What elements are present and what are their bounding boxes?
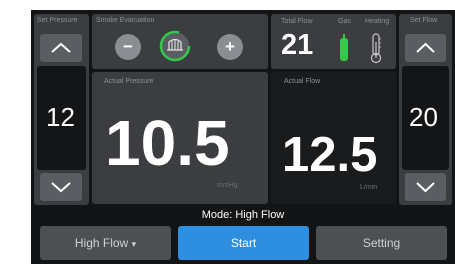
set-flow-panel: Set Flow 20 [399, 14, 452, 205]
smoke-decrease-button[interactable]: − [115, 34, 141, 60]
mode-select-label: High Flow [74, 236, 129, 250]
flow-down-button[interactable] [405, 173, 446, 201]
chevron-down-icon [51, 182, 71, 193]
mode-status: Mode: High Flow [201, 209, 285, 221]
actual-flow-panel: Actual Flow 12.5 L/min [271, 72, 396, 204]
minus-icon: − [123, 37, 133, 56]
smoke-evacuation-label: Smoke Evacuation [96, 17, 155, 24]
flow-status-panel: Total Flow Gas Heating 21 [271, 14, 396, 69]
actual-pressure-unit: mmHg [217, 182, 238, 189]
smoke-evacuation-panel: Smoke Evacuation − + [92, 14, 268, 69]
actual-flow-value: 12.5 [282, 128, 378, 182]
pressure-up-button[interactable] [40, 34, 82, 62]
start-button[interactable]: Start [178, 226, 309, 260]
thermometer-icon [370, 33, 382, 64]
actual-flow-unit: L/min [360, 184, 378, 191]
gas-cylinder-icon [340, 34, 348, 61]
set-pressure-value: 12 [46, 102, 75, 132]
pressure-down-button[interactable] [40, 173, 82, 201]
fan-icon[interactable] [158, 29, 192, 63]
chevron-down-icon [416, 182, 435, 193]
setting-button[interactable]: Setting [316, 226, 447, 260]
set-pressure-panel: Set Pressure 12 [34, 14, 89, 205]
total-flow-value: 21 [281, 29, 314, 61]
chevron-up-icon [416, 42, 435, 53]
set-flow-label: Set Flow [410, 17, 438, 24]
set-flow-value: 20 [409, 102, 438, 132]
mode-select-button[interactable]: High Flow ▾ [40, 226, 171, 260]
heating-label: Heating [365, 18, 390, 25]
insufflator-screen: Set Pressure 12 Smoke Evacuation − + Tot… [31, 10, 455, 264]
setting-label: Setting [362, 236, 401, 250]
dropdown-caret-icon: ▾ [131, 239, 137, 249]
flow-up-button[interactable] [405, 34, 446, 62]
actual-flow-label: Actual Flow [284, 78, 321, 85]
chevron-up-icon [51, 42, 71, 53]
actual-pressure-value: 10.5 [105, 107, 230, 179]
start-label: Start [230, 236, 257, 250]
gas-label: Gas [338, 18, 351, 25]
actual-pressure-label: Actual Pressure [104, 78, 154, 85]
total-flow-label: Total Flow [281, 18, 313, 25]
actual-pressure-panel: Actual Pressure 10.5 mmHg [92, 72, 268, 204]
plus-icon: + [225, 37, 235, 56]
set-pressure-label: Set Pressure [37, 17, 78, 24]
smoke-increase-button[interactable]: + [217, 34, 243, 60]
